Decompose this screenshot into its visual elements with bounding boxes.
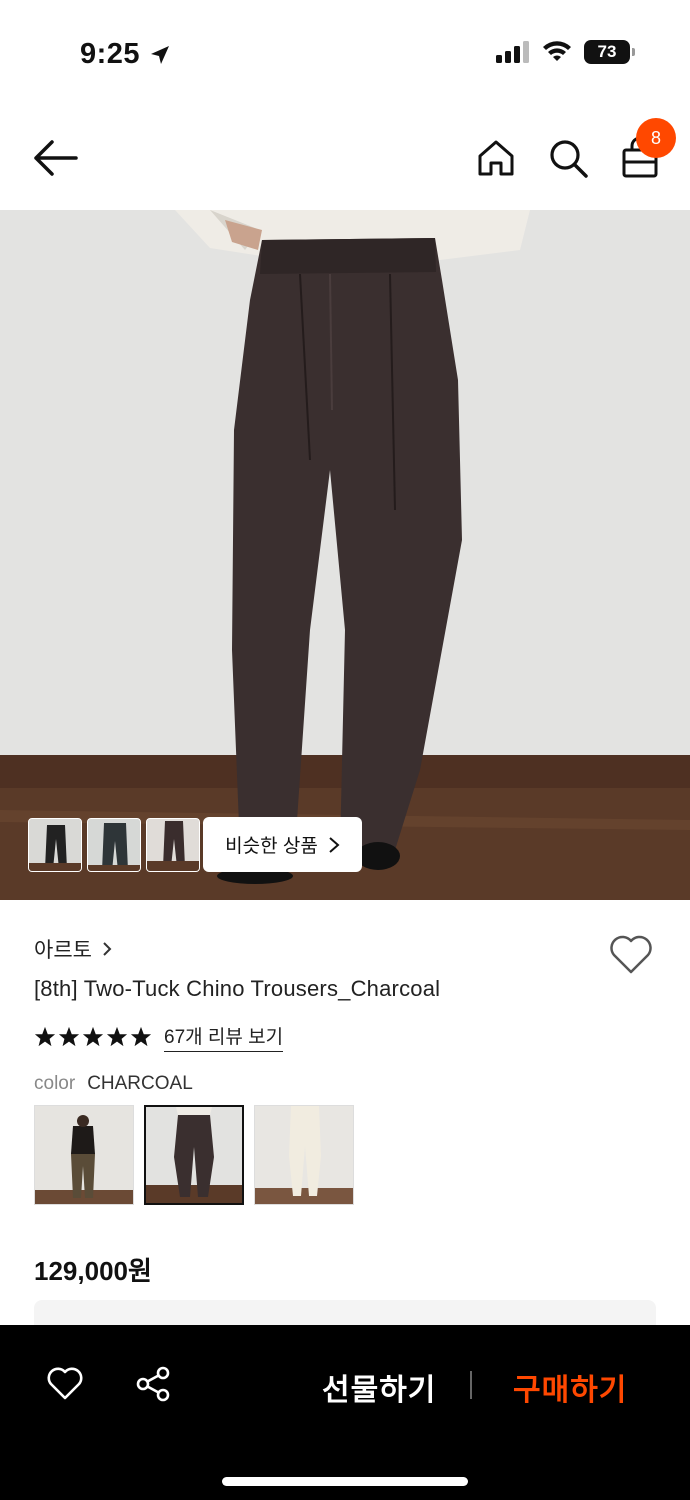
battery-icon: 73 bbox=[584, 40, 635, 64]
gift-button[interactable]: 선물하기 bbox=[322, 1365, 436, 1409]
search-icon[interactable] bbox=[546, 136, 590, 180]
price: 129,000원 bbox=[34, 1256, 152, 1286]
chevron-right-icon bbox=[329, 836, 340, 853]
heart-icon[interactable] bbox=[46, 1365, 84, 1401]
status-time: 9:25 bbox=[80, 38, 172, 71]
divider bbox=[470, 1371, 472, 1399]
similar-products-label: 비슷한 상품 bbox=[225, 836, 318, 857]
swatch-charcoal[interactable] bbox=[144, 1105, 244, 1205]
rating-row: 67개 리뷰 보기 bbox=[34, 1022, 284, 1052]
status-indicators: 73 bbox=[496, 40, 635, 64]
brand-link[interactable]: 아르토 bbox=[34, 934, 112, 964]
swatch-brown[interactable] bbox=[34, 1105, 134, 1205]
signal-icon bbox=[496, 41, 529, 63]
time-text: 9:25 bbox=[80, 38, 141, 70]
image-thumbnails bbox=[28, 818, 200, 872]
location-arrow-icon bbox=[151, 45, 170, 64]
product-title: [8th] Two-Tuck Chino Trousers_Charcoal bbox=[34, 976, 441, 1001]
swatch-ivory[interactable] bbox=[254, 1105, 354, 1205]
share-icon[interactable] bbox=[134, 1365, 172, 1403]
rating-stars bbox=[34, 1026, 152, 1048]
bottom-action-bar: 선물하기 구매하기 bbox=[0, 1325, 690, 1500]
color-value: CHARCOAL bbox=[87, 1073, 193, 1094]
color-row: color CHARCOAL bbox=[34, 1073, 193, 1095]
product-photo bbox=[0, 210, 690, 900]
brand-name: 아르토 bbox=[34, 939, 92, 962]
back-arrow-icon[interactable] bbox=[32, 138, 78, 178]
color-swatches bbox=[34, 1105, 354, 1205]
product-image[interactable] bbox=[0, 210, 690, 900]
similar-products-button[interactable]: 비슷한 상품 bbox=[203, 817, 362, 872]
thumbnail[interactable] bbox=[146, 818, 200, 872]
wifi-icon bbox=[543, 41, 571, 61]
star-icon bbox=[34, 1026, 56, 1047]
chevron-right-icon bbox=[103, 942, 112, 956]
home-icon[interactable] bbox=[474, 136, 518, 180]
review-link[interactable]: 67개 리뷰 보기 bbox=[164, 1022, 284, 1052]
buy-button[interactable]: 구매하기 bbox=[513, 1365, 627, 1409]
heart-icon[interactable] bbox=[608, 933, 654, 975]
star-icon bbox=[106, 1026, 128, 1047]
battery-level: 73 bbox=[597, 42, 617, 61]
star-icon bbox=[130, 1026, 152, 1047]
top-nav bbox=[0, 110, 690, 210]
status-bar: 9:25 73 bbox=[0, 0, 690, 110]
star-icon bbox=[58, 1026, 80, 1047]
color-label: color bbox=[34, 1073, 76, 1094]
home-indicator[interactable] bbox=[222, 1477, 468, 1486]
star-icon bbox=[82, 1026, 104, 1047]
cart-badge[interactable]: 8 bbox=[636, 118, 676, 158]
thumbnail[interactable] bbox=[87, 818, 141, 872]
thumbnail[interactable] bbox=[28, 818, 82, 872]
